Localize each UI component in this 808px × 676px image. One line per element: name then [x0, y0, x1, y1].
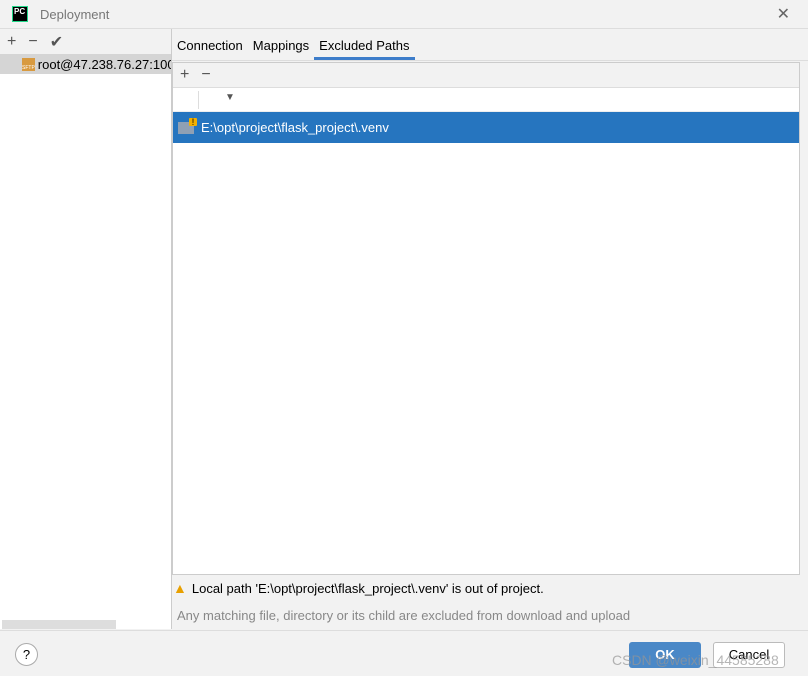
excluded-paths-panel: + − ▼ E:\opt\project\flask_project\.venv [172, 62, 800, 575]
chevron-down-icon[interactable]: ▼ [225, 92, 235, 103]
remove-path-icon[interactable]: − [201, 66, 210, 84]
list-header: ▼ [173, 88, 799, 112]
watermark: CSDN @weixin_44585288 [612, 652, 779, 668]
folder-warning-icon [178, 117, 197, 134]
add-server-icon[interactable]: + [7, 33, 16, 51]
server-toolbar: + − ✔ [0, 29, 171, 54]
remove-server-icon[interactable]: − [28, 33, 37, 51]
server-list-panel: + − ✔ SFTP root@47.238.76.27:100 [0, 29, 172, 629]
close-icon[interactable]: ✕ [777, 4, 790, 24]
server-item[interactable]: SFTP root@47.238.76.27:100 [0, 54, 171, 74]
warning-message: ▲ Local path 'E:\opt\project\flask_proje… [173, 580, 544, 596]
path-label: E:\opt\project\flask_project\.venv [201, 120, 389, 135]
pycharm-logo-icon: PC [12, 6, 28, 22]
help-button[interactable]: ? [15, 643, 38, 666]
hint-text: Any matching file, directory or its chil… [177, 608, 631, 623]
tab-excluded-paths[interactable]: Excluded Paths [314, 38, 415, 60]
column-divider [198, 91, 199, 109]
paths-toolbar: + − [173, 63, 799, 88]
tab-mappings[interactable]: Mappings [248, 38, 314, 60]
add-path-icon[interactable]: + [180, 66, 189, 84]
horizontal-scrollbar[interactable] [2, 620, 116, 629]
server-label: root@47.238.76.27:100 [37, 56, 171, 72]
sftp-icon: SFTP [22, 57, 35, 71]
warning-icon: ▲ [173, 580, 187, 596]
warning-text: Local path 'E:\opt\project\flask_project… [191, 580, 544, 596]
window-title: Deployment [40, 7, 110, 22]
tab-bar: Connection Mappings Excluded Paths [172, 29, 808, 61]
tab-connection[interactable]: Connection [172, 38, 248, 60]
excluded-path-row[interactable]: E:\opt\project\flask_project\.venv [173, 112, 799, 143]
set-default-check-icon[interactable]: ✔ [50, 32, 63, 52]
title-bar: PC Deployment ✕ [0, 0, 808, 29]
